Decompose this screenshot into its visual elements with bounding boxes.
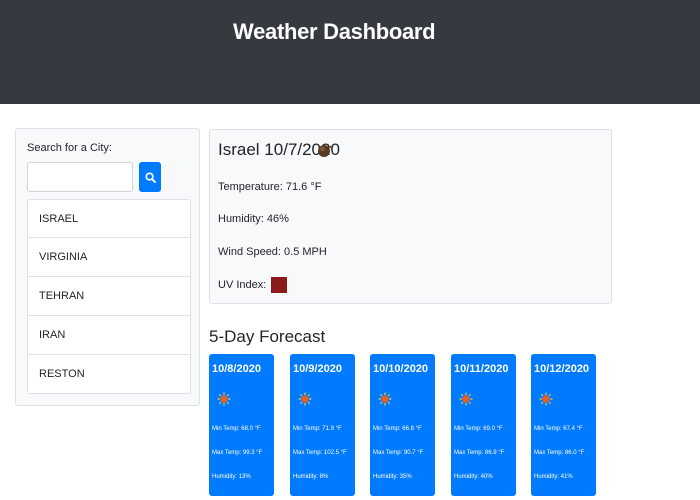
forecast-max-temp: Max Temp: 102.5 °F — [293, 450, 347, 456]
search-label: Search for a City: — [27, 142, 112, 154]
current-temperature: Temperature: 71.6 °F — [218, 181, 322, 193]
forecast-heading: 5-Day Forecast — [209, 327, 326, 346]
current-weather-card: Israel 10/7/2020 Temperature: 71.6 °F Hu… — [209, 129, 612, 304]
forecast-min-temp: Min Temp: 69.0 °F — [454, 426, 503, 432]
forecast-date: 10/12/2020 — [534, 363, 590, 375]
forecast-humidity: Humidity: 35% — [373, 474, 412, 480]
uv-index-badge — [271, 277, 288, 293]
search-sidebar: Search for a City: ISRAEL VIRGINIA TEHRA… — [15, 128, 200, 406]
uv-index-label: UV Index: — [218, 278, 267, 291]
forecast-min-temp: Min Temp: 68.0 °F — [212, 426, 261, 432]
forecast-max-temp: Max Temp: 90.7 °F — [373, 450, 424, 456]
history-city-tehran[interactable]: TEHRAN — [27, 277, 191, 316]
forecast-day-card: 10/10/2020 Min Temp: 66.8 °F Max Temp: 9… — [370, 354, 435, 496]
history-city-iran[interactable]: IRAN — [27, 316, 191, 355]
forecast-day-card: 10/12/2020 Min Temp: 67.4 °F Max Temp: 8… — [531, 354, 596, 496]
forecast-date: 10/8/2020 — [212, 363, 261, 375]
forecast-humidity: Humidity: 41% — [534, 474, 573, 480]
forecast-date: 10/11/2020 — [454, 363, 509, 375]
page-title: Weather Dashboard — [233, 19, 436, 44]
forecast-date: 10/10/2020 — [373, 363, 429, 375]
history-city-israel[interactable]: ISRAEL — [27, 199, 191, 238]
search-icon — [144, 171, 156, 183]
forecast-max-temp: Max Temp: 99.3 °F — [212, 450, 263, 456]
few-clouds-night-icon — [318, 145, 332, 157]
current-humidity: Humidity: 46% — [218, 213, 289, 225]
search-history-list: ISRAEL VIRGINIA TEHRAN IRAN RESTON — [27, 199, 191, 394]
sun-icon — [459, 392, 473, 406]
history-city-virginia[interactable]: VIRGINIA — [27, 238, 191, 277]
sun-icon — [298, 392, 312, 406]
sun-icon — [217, 392, 231, 406]
forecast-max-temp: Max Temp: 86.9 °F — [454, 450, 505, 456]
forecast-day-card: 10/8/2020 Min Temp: 68.0 °F Max Temp: 99… — [209, 354, 274, 496]
forecast-humidity: Humidity: 8% — [293, 474, 329, 480]
forecast-date: 10/9/2020 — [293, 363, 342, 375]
city-search-input[interactable] — [27, 162, 133, 192]
forecast-humidity: Humidity: 13% — [212, 474, 251, 480]
forecast-day-card: 10/11/2020 Min Temp: 69.0 °F Max Temp: 8… — [451, 354, 516, 496]
app-header: Weather Dashboard — [0, 0, 700, 104]
current-wind-speed: Wind Speed: 0.5 MPH — [218, 246, 327, 258]
forecast-day-card: 10/9/2020 Min Temp: 71.9 °F Max Temp: 10… — [290, 354, 355, 496]
sun-icon — [378, 392, 392, 406]
forecast-max-temp: Max Temp: 86.0 °F — [534, 450, 585, 456]
forecast-min-temp: Min Temp: 71.9 °F — [293, 426, 342, 432]
forecast-min-temp: Min Temp: 66.8 °F — [373, 426, 422, 432]
forecast-min-temp: Min Temp: 67.4 °F — [534, 426, 583, 432]
search-button[interactable] — [139, 162, 161, 192]
uv-index-row: UV Index: — [218, 277, 288, 293]
history-city-reston[interactable]: RESTON — [27, 355, 191, 394]
sun-icon — [539, 392, 553, 406]
forecast-humidity: Humidity: 40% — [454, 474, 493, 480]
